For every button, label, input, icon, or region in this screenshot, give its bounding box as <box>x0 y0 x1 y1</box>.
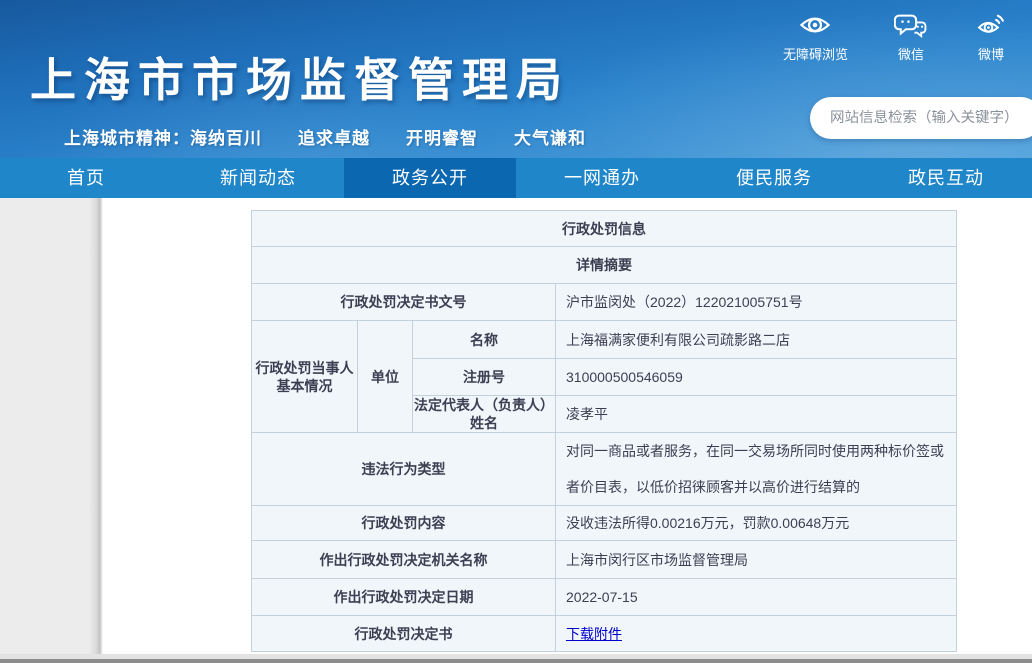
accessibility-label: 无障碍浏览 <box>783 44 848 63</box>
city-spirit-slogan: 上海城市精神：海纳百川 追求卓越 开明睿智 大气谦和 <box>64 124 586 149</box>
search-input[interactable] <box>830 110 1025 126</box>
table-row: 行政处罚决定书文号 沪市监闵处（2022）122021005751号 <box>252 284 957 321</box>
nav-item-gov-disclosure[interactable]: 政务公开 <box>344 158 516 198</box>
table-row: 作出行政处罚决定机关名称 上海市闵行区市场监督管理局 <box>252 541 957 579</box>
download-attachment-link[interactable]: 下载附件 <box>566 626 622 642</box>
penalty-info-table: 行政处罚信息 详情摘要 行政处罚决定书文号 沪市监闵处（2022）1220210… <box>251 210 957 652</box>
section-title: 详情摘要 <box>252 247 957 284</box>
nav-item-one-portal[interactable]: 一网通办 <box>516 158 688 198</box>
weibo-label: 微博 <box>978 44 1004 63</box>
site-header: 上海市市场监督管理局 上海城市精神：海纳百川 追求卓越 开明睿智 大气谦和 无障… <box>0 0 1032 158</box>
nav-item-news[interactable]: 新闻动态 <box>172 158 344 198</box>
left-rail <box>0 198 103 654</box>
page: 上海市市场监督管理局 上海城市精神：海纳百川 追求卓越 开明睿智 大气谦和 无障… <box>0 0 1032 663</box>
decision-date-value: 2022-07-15 <box>556 579 957 616</box>
wechat-label: 微信 <box>898 44 924 63</box>
decision-doc-label: 行政处罚决定书 <box>252 616 556 652</box>
authority-value: 上海市闵行区市场监督管理局 <box>556 541 957 579</box>
footer-strip <box>0 654 1032 663</box>
penalty-content-value: 没收违法所得0.00216万元，罚款0.00648万元 <box>556 506 957 541</box>
table-row: 行政处罚决定书 下载附件 <box>252 616 957 652</box>
table-row: 行政处罚当事人 基本情况 单位 名称 上海福满家便利有限公司疏影路二店 <box>252 321 957 359</box>
legal-rep-label: 法定代表人（负责人） 姓名 <box>413 396 556 433</box>
site-title: 上海市市场监督管理局 <box>30 44 570 110</box>
name-label: 名称 <box>413 321 556 359</box>
reg-no-value: 310000500546059 <box>556 359 957 396</box>
legal-rep-value: 凌孝平 <box>556 396 957 433</box>
party-type-label: 单位 <box>358 321 413 433</box>
nav-item-public-service[interactable]: 便民服务 <box>688 158 860 198</box>
table-row: 行政处罚内容 没收违法所得0.00216万元，罚款0.00648万元 <box>252 506 957 541</box>
table-row: 作出行政处罚决定日期 2022-07-15 <box>252 579 957 616</box>
quick-links: 无障碍浏览 微信 <box>783 8 1008 63</box>
accessibility-link[interactable]: 无障碍浏览 <box>783 8 848 63</box>
decision-date-label: 作出行政处罚决定日期 <box>252 579 556 616</box>
table-row: 详情摘要 <box>252 247 957 284</box>
wechat-link[interactable]: 微信 <box>894 8 928 63</box>
content-area: 行政处罚信息 详情摘要 行政处罚决定书文号 沪市监闵处（2022）1220210… <box>0 198 1032 663</box>
nav-item-home[interactable]: 首页 <box>0 158 172 198</box>
name-value: 上海福满家便利有限公司疏影路二店 <box>556 321 957 359</box>
penalty-content-label: 行政处罚内容 <box>252 506 556 541</box>
reg-no-label: 注册号 <box>413 359 556 396</box>
eye-icon <box>798 8 832 42</box>
decision-doc-cell: 下载附件 <box>556 616 957 652</box>
authority-label: 作出行政处罚决定机关名称 <box>252 541 556 579</box>
main-nav: 首页 新闻动态 政务公开 一网通办 便民服务 政民互动 <box>0 158 1032 198</box>
weibo-link[interactable]: 微博 <box>974 8 1008 63</box>
violation-value: 对同一商品或者服务，在同一交易场所同时使用两种标价签或者价目表，以低价招徕顾客并… <box>556 433 957 506</box>
table-row: 违法行为类型 对同一商品或者服务，在同一交易场所同时使用两种标价签或者价目表，以… <box>252 433 957 506</box>
nav-item-interaction[interactable]: 政民互动 <box>860 158 1032 198</box>
doc-no-label: 行政处罚决定书文号 <box>252 284 556 321</box>
site-search <box>810 97 1032 139</box>
weibo-icon <box>974 8 1008 42</box>
doc-no-value: 沪市监闵处（2022）122021005751号 <box>556 284 957 321</box>
table-title: 行政处罚信息 <box>252 211 957 247</box>
wechat-icon <box>894 8 928 42</box>
table-row: 行政处罚信息 <box>252 211 957 247</box>
party-label: 行政处罚当事人 基本情况 <box>252 321 358 433</box>
violation-label: 违法行为类型 <box>252 433 556 506</box>
